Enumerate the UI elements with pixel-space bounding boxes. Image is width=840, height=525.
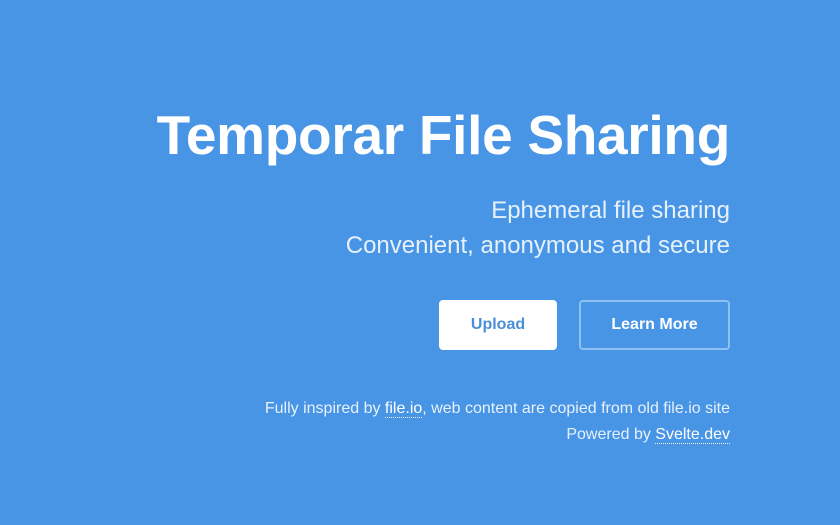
footer: Fully inspired by file.io, web content a…	[265, 396, 730, 448]
powered-line: Powered by Svelte.dev	[265, 422, 730, 448]
learn-more-button[interactable]: Learn More	[579, 300, 730, 350]
page-title: Temporar File Sharing	[156, 104, 731, 166]
upload-button[interactable]: Upload	[439, 300, 557, 350]
powered-prefix: Powered by	[566, 426, 656, 443]
subtitle-line-2: Convenient, anonymous and secure	[345, 232, 730, 259]
inspired-prefix: Fully inspired by	[264, 400, 385, 417]
action-buttons: Upload Learn More	[439, 300, 730, 350]
file-io-link[interactable]: file.io	[384, 400, 423, 418]
inspired-line: Fully inspired by file.io, web content a…	[265, 396, 730, 422]
inspired-suffix: , web content are copied from old file.i…	[422, 400, 730, 417]
subtitle: Ephemeral file sharing Convenient, anony…	[346, 193, 730, 263]
svelte-link[interactable]: Svelte.dev	[655, 426, 730, 444]
subtitle-line-1: Ephemeral file sharing	[491, 197, 730, 224]
